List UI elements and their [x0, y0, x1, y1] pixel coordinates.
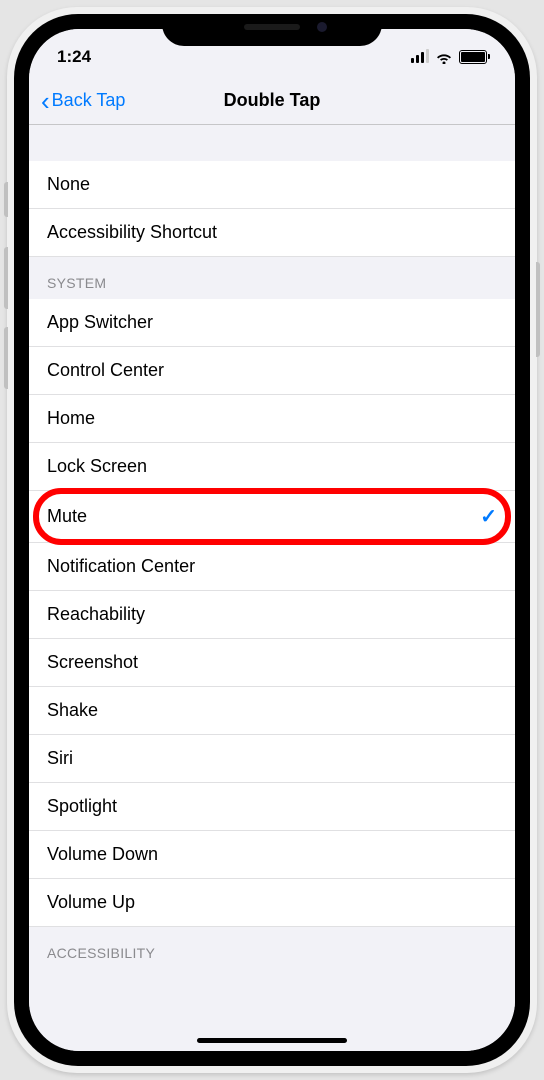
list-item-accessibility-shortcut[interactable]: Accessibility Shortcut [29, 209, 515, 257]
list-item-siri[interactable]: Siri [29, 735, 515, 783]
list-item-home[interactable]: Home [29, 395, 515, 443]
list-item-label: None [47, 174, 90, 195]
section-header-accessibility: ACCESSIBILITY [29, 927, 515, 969]
nav-bar: ‹ Back Tap Double Tap [29, 77, 515, 125]
list-item-label: Screenshot [47, 652, 138, 673]
list-item-label: Reachability [47, 604, 145, 625]
battery-icon [459, 50, 487, 64]
list-item-none[interactable]: None [29, 161, 515, 209]
list-item-label: Shake [47, 700, 98, 721]
back-button[interactable]: ‹ Back Tap [41, 88, 125, 114]
page-title: Double Tap [224, 90, 321, 111]
list-item-label: Lock Screen [47, 456, 147, 477]
checkmark-icon: ✓ [480, 504, 497, 529]
section-spacer [29, 125, 515, 161]
content-scroll[interactable]: None Accessibility Shortcut SYSTEM App S… [29, 125, 515, 1051]
cellular-signal-icon [411, 51, 429, 63]
list-item-label: Siri [47, 748, 73, 769]
wifi-icon [435, 50, 453, 64]
list-item-notification-center[interactable]: Notification Center [29, 543, 515, 591]
status-time: 1:24 [57, 47, 91, 67]
list-item-control-center[interactable]: Control Center [29, 347, 515, 395]
highlight-annotation [33, 488, 511, 545]
back-button-label: Back Tap [52, 90, 126, 111]
list-item-label: Home [47, 408, 95, 429]
list-item-lock-screen[interactable]: Lock Screen [29, 443, 515, 491]
phone-bezel: 1:24 ‹ Back Tap [14, 14, 530, 1066]
section-header-system: SYSTEM [29, 257, 515, 299]
list-item-shake[interactable]: Shake [29, 687, 515, 735]
list-item-label: Control Center [47, 360, 164, 381]
list-item-label: Volume Up [47, 892, 135, 913]
list-item-label: Spotlight [47, 796, 117, 817]
notch [162, 14, 382, 46]
list-item-screenshot[interactable]: Screenshot [29, 639, 515, 687]
list-item-reachability[interactable]: Reachability [29, 591, 515, 639]
list-item-volume-up[interactable]: Volume Up [29, 879, 515, 927]
list-item-label: Volume Down [47, 844, 158, 865]
volume-up-hw-button [4, 247, 8, 309]
home-indicator[interactable] [197, 1038, 347, 1043]
status-icons [411, 50, 487, 64]
power-button [536, 262, 540, 357]
list-item-label: Notification Center [47, 556, 195, 577]
list-item-label: Mute [47, 506, 87, 527]
list-item-app-switcher[interactable]: App Switcher [29, 299, 515, 347]
list-item-spotlight[interactable]: Spotlight [29, 783, 515, 831]
phone-frame: 1:24 ‹ Back Tap [7, 7, 537, 1073]
list-item-mute[interactable]: Mute ✓ [29, 491, 515, 543]
screen: 1:24 ‹ Back Tap [29, 29, 515, 1051]
list-item-label: App Switcher [47, 312, 153, 333]
volume-down-hw-button [4, 327, 8, 389]
list-item-volume-down[interactable]: Volume Down [29, 831, 515, 879]
mute-switch [4, 182, 8, 217]
chevron-left-icon: ‹ [41, 88, 50, 114]
list-item-label: Accessibility Shortcut [47, 222, 217, 243]
